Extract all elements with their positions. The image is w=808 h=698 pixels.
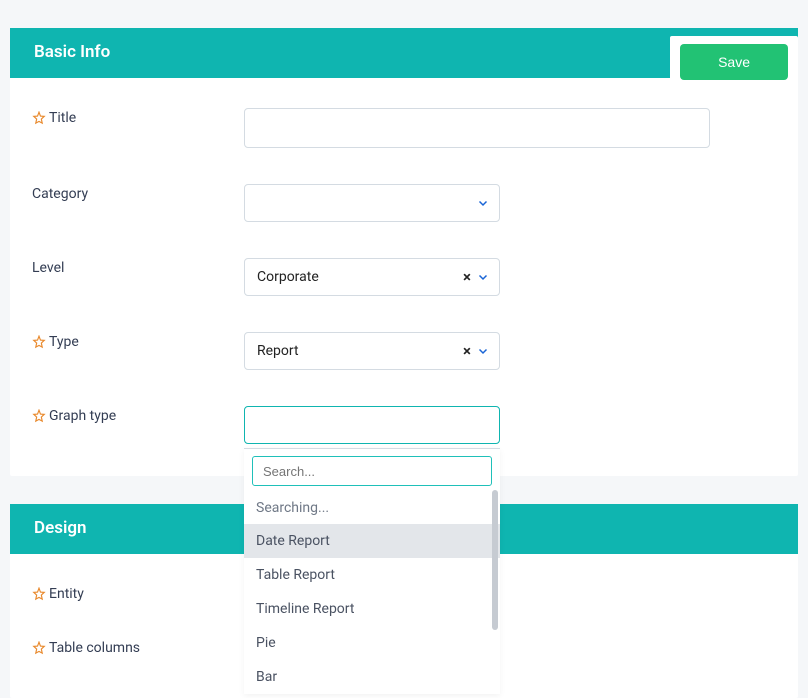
required-star-icon (32, 587, 46, 601)
row-title: Title (26, 90, 782, 166)
required-star-icon (32, 641, 46, 655)
row-category: Category (26, 166, 782, 240)
save-button-container: Save (670, 36, 798, 90)
type-select-value: Report (257, 343, 463, 359)
level-select[interactable]: Corporate × (244, 258, 500, 296)
row-type: Type Report × (26, 314, 782, 388)
required-star-icon (32, 111, 46, 125)
dropdown-scrollbar[interactable] (492, 490, 498, 630)
category-select[interactable] (244, 184, 500, 222)
dropdown-searching-label: Searching... (244, 492, 500, 524)
dropdown-option[interactable]: Bar (244, 660, 500, 694)
chevron-down-icon (477, 197, 489, 209)
label-table-columns: Table columns (49, 640, 140, 656)
label-type: Type (49, 334, 79, 350)
title-input[interactable] (244, 108, 710, 148)
dropdown-option[interactable]: Table Report (244, 558, 500, 592)
graph-type-select[interactable] (244, 406, 500, 444)
dropdown-search-input[interactable] (252, 456, 492, 486)
required-star-icon (32, 409, 46, 423)
label-level: Level (32, 260, 64, 276)
label-graph-type: Graph type (49, 408, 116, 424)
level-select-value: Corporate (257, 269, 463, 285)
required-star-icon (32, 335, 46, 349)
label-entity: Entity (49, 586, 84, 602)
row-graph-type: Graph type Searching... Date Report Tabl… (26, 388, 782, 452)
dropdown-option[interactable]: Date Report (244, 524, 500, 558)
label-category: Category (32, 186, 88, 202)
chevron-down-icon (477, 345, 489, 357)
dropdown-option[interactable]: Timeline Report (244, 592, 500, 626)
graph-type-dropdown: Searching... Date Report Table Report Ti… (244, 448, 500, 694)
section-basic-info: Basic Info Title Category (10, 28, 798, 476)
save-button[interactable]: Save (680, 44, 788, 80)
clear-icon[interactable]: × (463, 268, 471, 286)
label-title: Title (49, 110, 76, 126)
row-level: Level Corporate × (26, 240, 782, 314)
clear-icon[interactable]: × (463, 342, 471, 360)
chevron-down-icon (477, 271, 489, 283)
type-select[interactable]: Report × (244, 332, 500, 370)
dropdown-option[interactable]: Pie (244, 626, 500, 660)
